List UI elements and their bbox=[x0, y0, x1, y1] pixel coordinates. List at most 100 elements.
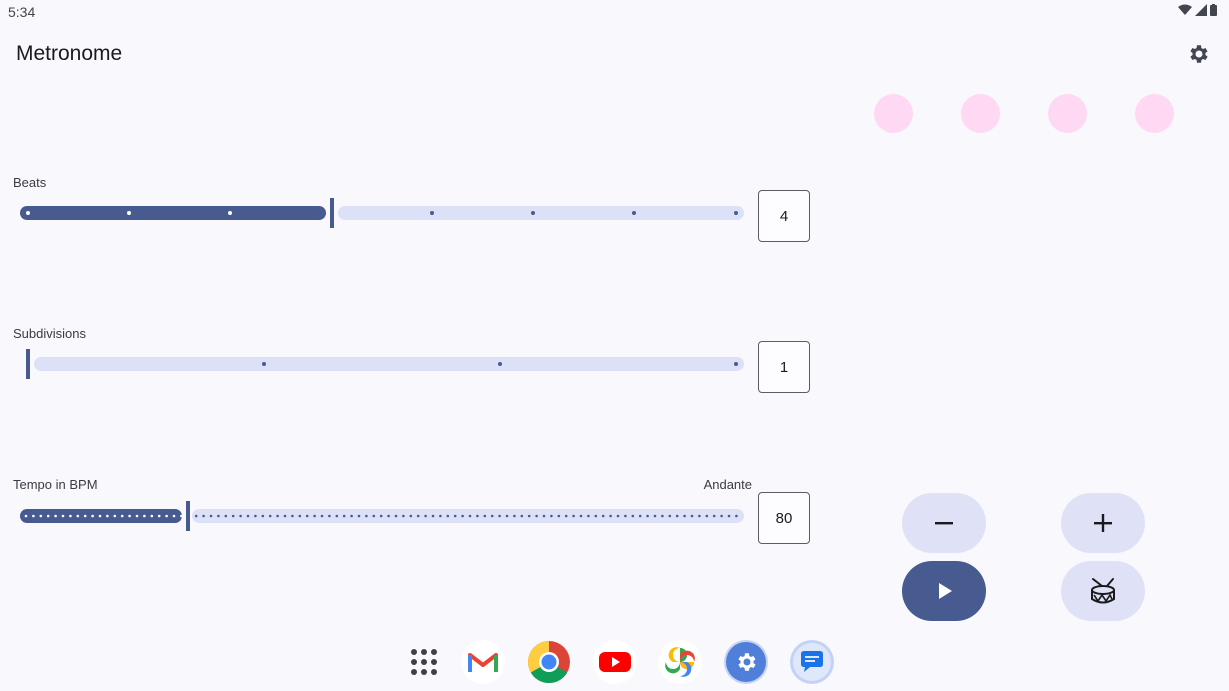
photos-icon bbox=[665, 647, 695, 677]
subdivisions-value-field[interactable]: 1 bbox=[758, 341, 810, 393]
tempo-tick-mark bbox=[276, 514, 279, 518]
page-title: Metronome bbox=[16, 42, 123, 65]
tempo-tick-mark bbox=[409, 514, 413, 518]
tempo-value-field[interactable]: 80 bbox=[758, 492, 810, 544]
tempo-tick-mark bbox=[646, 514, 649, 518]
tempo-tick-mark bbox=[135, 514, 139, 518]
tempo-tick-mark bbox=[439, 514, 442, 518]
tempo-tick-mark bbox=[616, 514, 620, 518]
tempo-tick-mark bbox=[365, 514, 368, 518]
tempo-tick-mark bbox=[490, 514, 494, 518]
drum-icon bbox=[1091, 578, 1115, 604]
tempo-tick-mark bbox=[483, 514, 487, 518]
settings-button[interactable] bbox=[1186, 42, 1210, 66]
tempo-tick-mark bbox=[705, 514, 709, 518]
increment-tempo-button[interactable] bbox=[1061, 493, 1145, 553]
tempo-tick-mark bbox=[727, 514, 731, 518]
tempo-tick-mark bbox=[113, 514, 117, 518]
tempo-tick-mark bbox=[157, 514, 161, 518]
decrement-tempo-button[interactable] bbox=[902, 493, 986, 553]
tempo-tick-mark bbox=[98, 514, 102, 518]
youtube-app[interactable] bbox=[593, 640, 637, 684]
status-time: 5:34 bbox=[8, 4, 36, 20]
tempo-tick-mark bbox=[283, 514, 287, 518]
tempo-tick-mark bbox=[120, 514, 124, 518]
tempo-tick-mark bbox=[24, 514, 28, 518]
tempo-tick-mark bbox=[527, 514, 531, 518]
tempo-tick-mark bbox=[698, 514, 701, 518]
tempo-tick-mark bbox=[476, 514, 479, 518]
tempo-tick-mark bbox=[690, 514, 694, 518]
tempo-tick-mark bbox=[217, 514, 220, 518]
tempo-tick-mark bbox=[69, 514, 72, 518]
tempo-tick-mark bbox=[224, 514, 228, 518]
tempo-tick-mark bbox=[468, 514, 472, 518]
status-icons bbox=[1178, 4, 1217, 16]
tempo-tick-mark bbox=[313, 514, 316, 518]
tempo-tick-mark bbox=[172, 514, 176, 518]
tempo-tick-mark bbox=[653, 514, 657, 518]
photos-app[interactable] bbox=[658, 640, 702, 684]
tempo-tick-mark bbox=[291, 514, 294, 518]
tempo-tick-mark bbox=[446, 514, 450, 518]
tempo-tick-mark bbox=[601, 514, 605, 518]
beats-slider[interactable] bbox=[20, 198, 744, 228]
plus-icon bbox=[1094, 514, 1112, 532]
play-icon bbox=[939, 583, 952, 599]
tempo-tick-mark bbox=[83, 514, 87, 518]
tempo-tick-mark bbox=[550, 514, 553, 518]
play-button[interactable] bbox=[902, 561, 986, 621]
minus-icon bbox=[935, 522, 953, 525]
tempo-tick-mark bbox=[231, 514, 235, 518]
gmail-icon bbox=[468, 653, 498, 672]
tempo-tick-mark bbox=[587, 514, 590, 518]
app-dock bbox=[400, 638, 840, 686]
beat-indicator-1 bbox=[874, 94, 913, 133]
tempo-tick-mark bbox=[261, 514, 265, 518]
tempo-tick-mark bbox=[631, 514, 635, 518]
tempo-tick-mark bbox=[32, 514, 35, 518]
settings-gear-icon bbox=[726, 642, 766, 682]
tempo-tick-mark bbox=[254, 514, 257, 518]
tempo-tick-mark bbox=[298, 514, 302, 518]
tempo-tick-mark bbox=[720, 514, 723, 518]
tempo-tick-mark bbox=[431, 514, 435, 518]
tempo-tick-mark bbox=[46, 514, 50, 518]
tempo-label: Tempo in BPM bbox=[13, 477, 98, 492]
app-grid-icon bbox=[411, 649, 437, 675]
tempo-tick-mark bbox=[513, 514, 516, 518]
tempo-tick-mark bbox=[520, 514, 524, 518]
tempo-tick-mark bbox=[246, 514, 250, 518]
tempo-tick-mark bbox=[579, 514, 583, 518]
chrome-icon bbox=[527, 641, 570, 684]
tempo-tick-mark bbox=[61, 514, 65, 518]
tempo-tick-mark bbox=[564, 514, 568, 518]
subdivisions-slider[interactable] bbox=[20, 349, 744, 379]
beat-indicator-2 bbox=[961, 94, 1000, 133]
tempo-tick-mark bbox=[106, 514, 109, 518]
messages-icon bbox=[793, 643, 831, 681]
tempo-tick-mark bbox=[194, 514, 198, 518]
wifi-icon bbox=[1178, 4, 1192, 15]
tempo-tick-mark bbox=[320, 514, 324, 518]
tempo-tick-mark bbox=[498, 514, 501, 518]
tap-drum-button[interactable] bbox=[1061, 561, 1145, 621]
gmail-app[interactable] bbox=[461, 640, 505, 684]
tempo-marking: Andante bbox=[703, 477, 752, 492]
tempo-tick-mark bbox=[342, 514, 346, 518]
tempo-tick-mark bbox=[76, 514, 80, 518]
chrome-app[interactable] bbox=[527, 640, 571, 684]
tempo-tick-mark bbox=[39, 514, 43, 518]
beats-value-field[interactable]: 4 bbox=[758, 190, 810, 242]
tempo-slider[interactable] bbox=[20, 501, 744, 531]
settings-app[interactable] bbox=[724, 640, 768, 684]
tempo-tick-mark bbox=[150, 514, 154, 518]
tempo-tick-mark bbox=[357, 514, 361, 518]
tempo-tick-mark bbox=[453, 514, 457, 518]
battery-icon bbox=[1210, 4, 1217, 16]
messages-app[interactable] bbox=[790, 640, 834, 684]
tempo-tick-mark bbox=[372, 514, 376, 518]
app-drawer-button[interactable] bbox=[402, 640, 446, 684]
tempo-tick-mark bbox=[557, 514, 561, 518]
tempo-tick-mark bbox=[165, 514, 168, 518]
